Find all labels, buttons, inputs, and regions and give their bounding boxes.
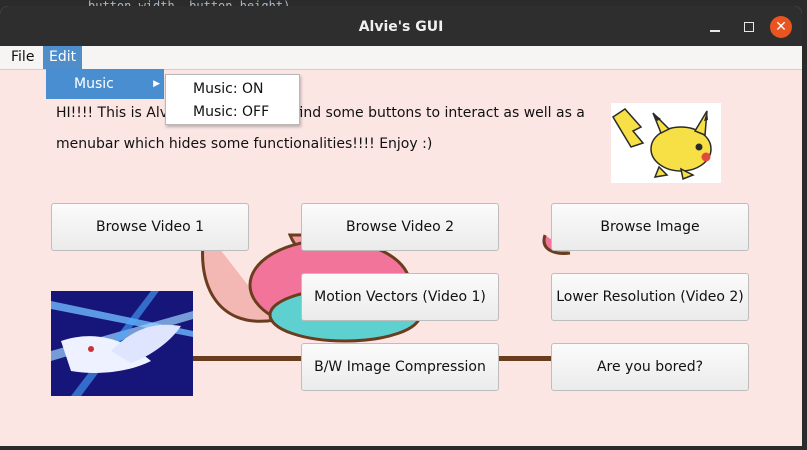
motion-vectors-button[interactable]: Motion Vectors (Video 1) — [301, 273, 499, 321]
menu-file[interactable]: File — [5, 46, 40, 69]
titlebar[interactable]: Alvie's GUI ✕ — [0, 6, 802, 46]
music-off-item[interactable]: Music: OFF — [193, 100, 269, 124]
music-on-item[interactable]: Music: ON — [193, 77, 264, 101]
window-title: Alvie's GUI — [358, 19, 444, 35]
intro-line1-start: HI!!!! This is Alvie — [56, 105, 181, 121]
lower-resolution-button[interactable]: Lower Resolution (Video 2) — [551, 273, 749, 321]
close-icon[interactable]: ✕ — [770, 16, 792, 38]
lugia-image — [51, 291, 193, 396]
browse-video-1-button[interactable]: Browse Video 1 — [51, 203, 249, 251]
main-content: HI!!!! This is Alvie find some buttons to… — [0, 70, 802, 446]
music-submenu: Music: ON Music: OFF — [165, 74, 300, 125]
menubar: File Edit — [0, 46, 802, 70]
minimize-icon[interactable] — [705, 17, 725, 37]
intro-line1-end: find some buttons to interact as well as… — [294, 105, 585, 121]
intro-text: HI!!!! This is Alvie find some buttons to… — [56, 98, 616, 160]
bw-image-compression-button[interactable]: B/W Image Compression — [301, 343, 499, 391]
browse-video-2-button[interactable]: Browse Video 2 — [301, 203, 499, 251]
menu-edit[interactable]: Edit — [43, 46, 83, 69]
app-window: Alvie's GUI ✕ File Edit HI!!!! This is A… — [0, 6, 802, 446]
chevron-right-icon: ▶ — [153, 79, 160, 89]
music-menu-label: Music — [74, 76, 114, 92]
edit-menu-music-item[interactable]: Music ▶ — [46, 69, 164, 99]
intro-line2: menubar which hides some functionalities… — [56, 136, 433, 152]
are-you-bored-button[interactable]: Are you bored? — [551, 343, 749, 391]
pikachu-image — [611, 103, 721, 183]
browse-image-button[interactable]: Browse Image — [551, 203, 749, 251]
maximize-icon[interactable] — [739, 17, 759, 37]
